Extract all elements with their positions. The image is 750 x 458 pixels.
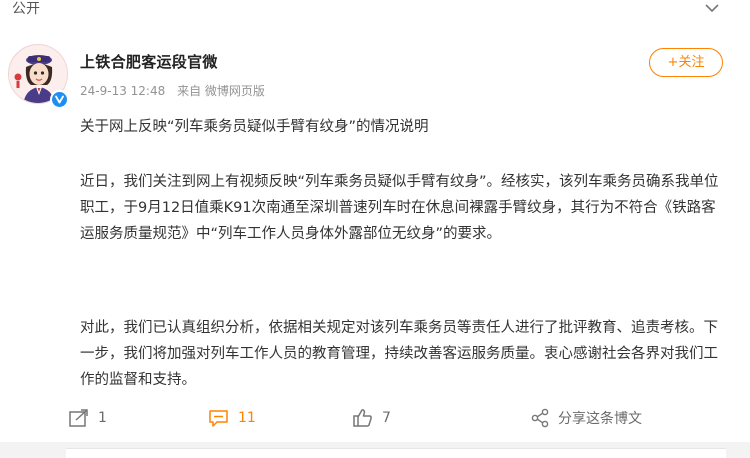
comment-count: 11	[238, 410, 256, 426]
share-button[interactable]: 分享这条博文	[530, 406, 642, 430]
comment-area-edge	[66, 448, 726, 458]
like-icon	[353, 409, 372, 427]
follow-button[interactable]: +关注	[649, 48, 723, 77]
post-source: 来自 微博网页版	[177, 84, 265, 98]
comment-icon	[209, 410, 228, 427]
forward-count: 1	[98, 410, 107, 426]
weibo-post: 上铁合肥客运段官微 24-9-13 12:48 来自 微博网页版 +关注 关于网…	[0, 22, 750, 458]
forward-button[interactable]: 1	[68, 406, 107, 430]
action-bar: 1 11 7 分享这条博文	[0, 406, 750, 436]
timestamp[interactable]: 24-9-13 12:48	[80, 84, 165, 98]
top-bar: 公开	[0, 0, 750, 22]
visibility-label: 公开	[12, 1, 40, 17]
username[interactable]: 上铁合肥客运段官微	[80, 52, 218, 72]
chevron-down-icon[interactable]	[703, 0, 721, 16]
share-icon	[531, 408, 549, 428]
like-button[interactable]: 7	[352, 406, 391, 430]
verified-badge-icon	[50, 90, 69, 109]
post-paragraph: 近日，我们关注到网上有视频反映“列车乘务员疑似手臂有纹身”。经核实，该列车乘务员…	[80, 174, 719, 242]
comment-button[interactable]: 11	[208, 406, 256, 430]
share-label: 分享这条博文	[558, 411, 642, 427]
post-meta: 24-9-13 12:48 来自 微博网页版	[80, 83, 273, 99]
post-paragraph: 关于网上反映“列车乘务员疑似手臂有纹身”的情况说明	[80, 119, 429, 135]
post-paragraph: 对此，我们已认真组织分析，依据相关规定对该列车乘务员等责任人进行了批评教育、追责…	[80, 320, 718, 388]
like-count: 7	[382, 410, 391, 426]
bottom-divider	[0, 442, 750, 458]
forward-icon	[69, 409, 88, 427]
